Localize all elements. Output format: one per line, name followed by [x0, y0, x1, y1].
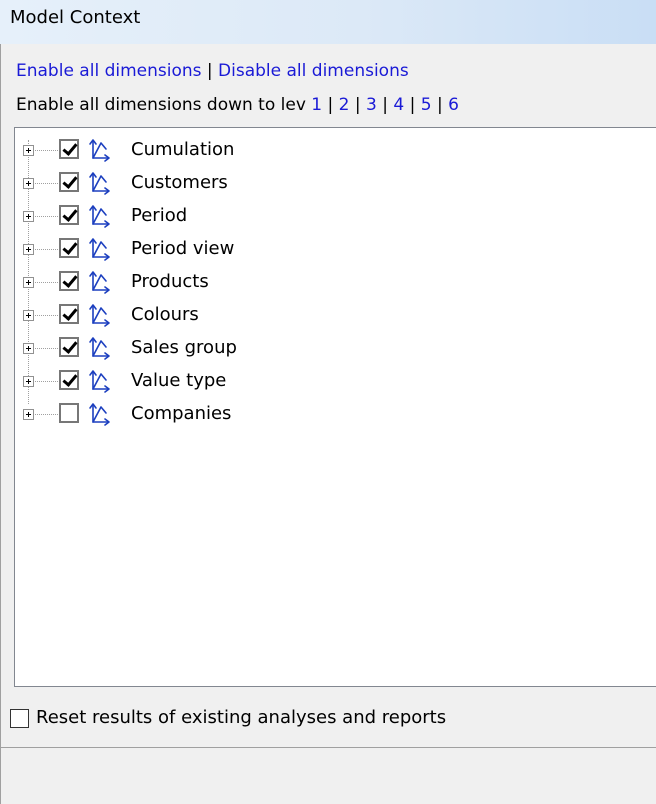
tree-item-period[interactable]: Period	[15, 202, 655, 234]
dimension-icon	[88, 401, 114, 427]
level-separator: |	[431, 95, 449, 115]
dimension-tree[interactable]: Cumulation Customers Period Period view Prod…	[14, 127, 656, 687]
dimension-checkbox[interactable]	[59, 205, 79, 225]
tree-item-period-view[interactable]: Period view	[15, 235, 655, 267]
level-separator: |	[349, 95, 367, 115]
reset-label: Reset results of existing analyses and r…	[36, 707, 447, 728]
dimension-label: Products	[131, 271, 209, 292]
dimension-icon	[88, 203, 114, 229]
dimension-icon	[88, 368, 114, 394]
tree-item-products[interactable]: Products	[15, 268, 655, 300]
tree-branch-line	[35, 183, 58, 184]
level-link-6[interactable]: 6	[448, 95, 459, 115]
dimension-label: Customers	[131, 172, 228, 193]
tree-item-sales-group[interactable]: Sales group	[15, 334, 655, 366]
level-links: Enable all dimensions down to lev 1 | 2 …	[16, 95, 459, 115]
tree-branch-line	[35, 414, 58, 415]
tree-item-colours[interactable]: Colours	[15, 301, 655, 333]
expand-plus-icon[interactable]	[23, 211, 34, 222]
level-link-1[interactable]: 1	[311, 95, 322, 115]
dimension-icon	[88, 170, 114, 196]
tree-branch-line	[35, 348, 58, 349]
tree-branch-line	[35, 249, 58, 250]
expand-plus-icon[interactable]	[23, 244, 34, 255]
dimension-icon	[88, 269, 114, 295]
enable-disable-links: Enable all dimensions | Disable all dime…	[16, 61, 409, 81]
expand-plus-icon[interactable]	[23, 277, 34, 288]
dimension-label: Value type	[131, 370, 227, 391]
dimension-label: Cumulation	[131, 139, 235, 160]
level-link-5[interactable]: 5	[421, 95, 432, 115]
dimension-checkbox[interactable]	[59, 238, 79, 258]
level-link-3[interactable]: 3	[366, 95, 377, 115]
dimension-checkbox[interactable]	[59, 304, 79, 324]
expand-plus-icon[interactable]	[23, 310, 34, 321]
reset-checkbox[interactable]	[10, 709, 29, 728]
tree-branch-line	[35, 315, 58, 316]
levels-prefix: Enable all dimensions down to lev	[16, 95, 306, 115]
dimension-icon	[88, 335, 114, 361]
link-separator: |	[201, 61, 219, 81]
dimension-checkbox[interactable]	[59, 370, 79, 390]
expand-plus-icon[interactable]	[23, 178, 34, 189]
dimension-checkbox[interactable]	[59, 337, 79, 357]
tree-item-cumulation[interactable]: Cumulation	[15, 136, 655, 168]
expand-plus-icon[interactable]	[23, 376, 34, 387]
tree-branch-line	[35, 381, 58, 382]
expand-plus-icon[interactable]	[23, 343, 34, 354]
level-link-2[interactable]: 2	[339, 95, 350, 115]
window-title: Model Context	[10, 7, 141, 28]
tree-branch-line	[35, 282, 58, 283]
level-link-4[interactable]: 4	[393, 95, 404, 115]
tree-branch-line	[35, 150, 58, 151]
title-bar: Model Context	[0, 0, 656, 44]
dimension-icon	[88, 302, 114, 328]
tree-item-customers[interactable]: Customers	[15, 169, 655, 201]
dimension-label: Period	[131, 205, 188, 226]
enable-all-dimensions-link[interactable]: Enable all dimensions	[16, 61, 202, 81]
disable-all-dimensions-link[interactable]: Disable all dimensions	[218, 61, 409, 81]
tree-item-companies[interactable]: Companies	[15, 400, 655, 432]
tree-branch-line	[35, 216, 58, 217]
dimension-label: Companies	[131, 403, 232, 424]
dimension-icon	[88, 236, 114, 262]
dimension-label: Period view	[131, 238, 235, 259]
expand-plus-icon[interactable]	[23, 409, 34, 420]
expand-plus-icon[interactable]	[23, 145, 34, 156]
dimension-checkbox[interactable]	[59, 139, 79, 159]
tree-item-value-type[interactable]: Value type	[15, 367, 655, 399]
dimension-checkbox[interactable]	[59, 403, 79, 423]
dimension-checkbox[interactable]	[59, 271, 79, 291]
dimension-checkbox[interactable]	[59, 172, 79, 192]
level-separator: |	[404, 95, 421, 115]
dimension-icon	[88, 137, 114, 163]
dimension-label: Colours	[131, 304, 199, 325]
dimension-label: Sales group	[131, 337, 237, 358]
bottom-divider	[0, 747, 656, 748]
level-separator: |	[322, 95, 339, 115]
level-separator: |	[376, 95, 394, 115]
